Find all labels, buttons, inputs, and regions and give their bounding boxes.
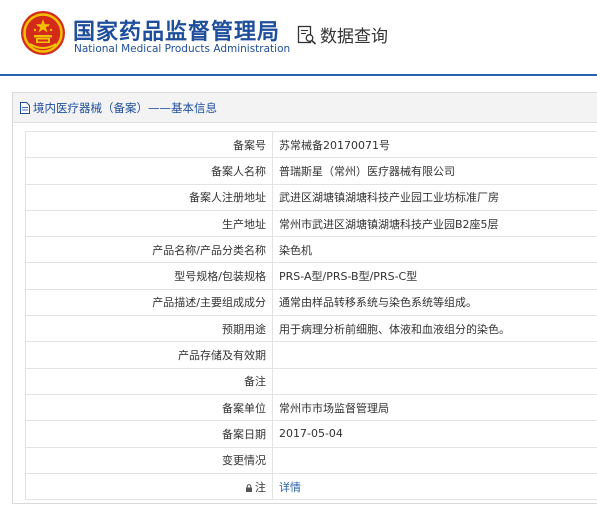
search-document-icon	[297, 25, 317, 45]
row-label: 备案人注册地址	[25, 183, 273, 211]
row-value: 2017-05-04	[272, 420, 597, 448]
table-row: 注 详情	[25, 472, 597, 501]
panel-title: 境内医疗器械（备案）——基本信息	[33, 101, 217, 115]
table-row: 预期用途 用于病理分析前细胞、体液和血液组分的染色。	[25, 315, 597, 343]
row-label: 产品描述/主要组成成分	[25, 288, 273, 317]
row-value	[272, 446, 597, 474]
row-label: 预期用途	[25, 315, 273, 343]
table-row: 生产地址 常州市武进区湖塘镇湖塘科技产业园B2座5层	[25, 209, 597, 238]
row-value: 普瑞斯星（常州）医疗器械有限公司	[272, 157, 597, 185]
row-value: 通常由样品转移系统与染色系统等组成。	[272, 288, 597, 317]
row-label: 生产地址	[25, 209, 273, 238]
row-value: PRS-A型/PRS-B型/PRS-C型	[272, 262, 597, 290]
table-row: 变更情况	[25, 446, 597, 474]
panel-header: 境内医疗器械（备案）——基本信息	[13, 93, 597, 123]
row-value: 武进区湖塘镇湖塘科技产业园工业坊标准厂房	[272, 183, 597, 211]
info-panel: 境内医疗器械（备案）——基本信息 备案号 苏常械备20170071号 备案人名称…	[12, 92, 597, 504]
row-value: 苏常械备20170071号	[272, 130, 597, 159]
site-header: 国家药品监督管理局 National Medical Products Admi…	[0, 0, 597, 72]
table-row: 备案单位 常州市市场监督管理局	[25, 393, 597, 422]
row-label: 型号规格/包装规格	[25, 262, 273, 290]
document-icon	[20, 102, 30, 114]
page-title: 数据查询	[320, 27, 388, 47]
header-divider	[0, 74, 597, 76]
table-row: 备注	[25, 367, 597, 395]
row-label-note: 注	[25, 472, 273, 501]
row-value: 常州市市场监督管理局	[272, 393, 597, 422]
row-label: 产品名称/产品分类名称	[25, 236, 273, 264]
table-row: 备案日期 2017-05-04	[25, 420, 597, 448]
row-label: 备案单位	[25, 393, 273, 422]
row-label: 备案人名称	[25, 157, 273, 185]
row-label: 备案号	[25, 130, 273, 159]
details-link[interactable]: 详情	[272, 472, 597, 501]
row-label: 产品存储及有效期	[25, 341, 273, 369]
row-value	[272, 367, 597, 395]
table-row: 型号规格/包装规格 PRS-A型/PRS-B型/PRS-C型	[25, 262, 597, 290]
row-value: 常州市武进区湖塘镇湖塘科技产业园B2座5层	[272, 209, 597, 238]
table-row: 备案人名称 普瑞斯星（常州）医疗器械有限公司	[25, 157, 597, 185]
table-row: 产品名称/产品分类名称 染色机	[25, 236, 597, 264]
lock-icon	[246, 483, 252, 492]
row-label: 变更情况	[25, 446, 273, 474]
table-row: 备案人注册地址 武进区湖塘镇湖塘科技产业园工业坊标准厂房	[25, 183, 597, 211]
table-row: 备案号 苏常械备20170071号	[25, 130, 597, 159]
org-name-cn: 国家药品监督管理局	[73, 20, 281, 45]
table-row: 产品存储及有效期	[25, 341, 597, 369]
row-label: 备案日期	[25, 420, 273, 448]
national-emblem-icon	[21, 11, 65, 55]
row-value: 染色机	[272, 236, 597, 264]
table-row: 产品描述/主要组成成分 通常由样品转移系统与染色系统等组成。	[25, 288, 597, 317]
info-table: 备案号 苏常械备20170071号 备案人名称 普瑞斯星（常州）医疗器械有限公司…	[25, 130, 597, 501]
row-label: 备注	[25, 367, 273, 395]
note-label: 注	[255, 480, 266, 494]
row-value	[272, 341, 597, 369]
row-value: 用于病理分析前细胞、体液和血液组分的染色。	[272, 315, 597, 343]
org-name-en: National Medical Products Administration	[74, 43, 291, 55]
